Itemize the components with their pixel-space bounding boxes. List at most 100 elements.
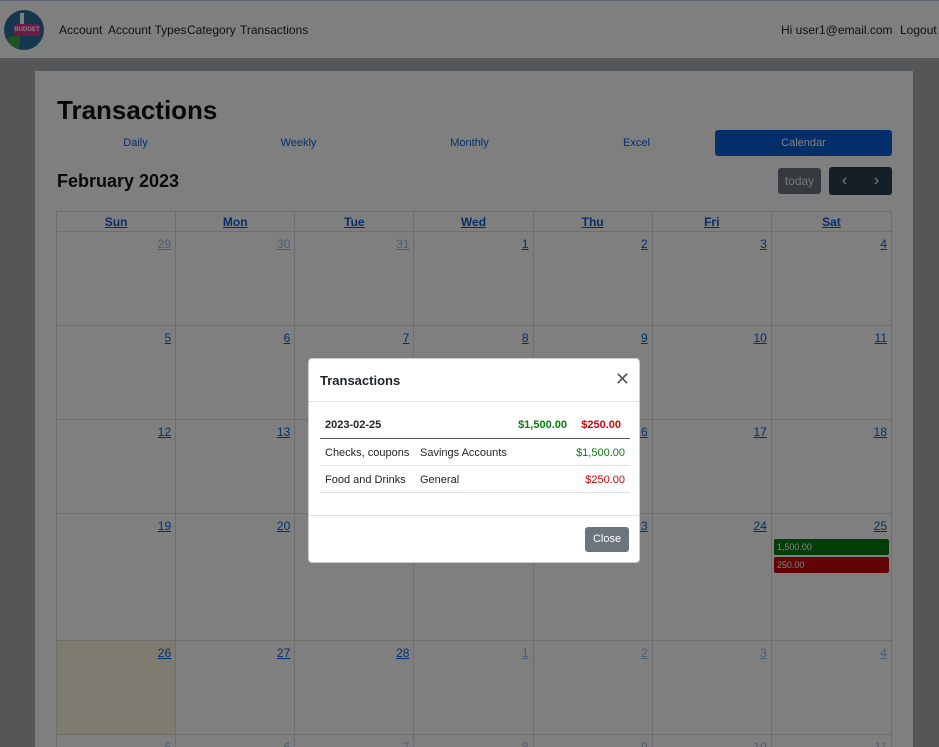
day-number[interactable]: 24: [753, 519, 766, 533]
day-number[interactable]: 27: [277, 646, 290, 660]
weekday-mon[interactable]: Mon: [176, 212, 296, 232]
calendar-day-cell[interactable]: 1: [414, 641, 534, 734]
chevron-right-icon[interactable]: ›: [861, 167, 892, 195]
day-number[interactable]: 10: [753, 740, 766, 747]
calendar-day-cell[interactable]: 3: [653, 232, 772, 325]
tab-calendar[interactable]: Calendar: [715, 130, 892, 156]
transaction-row[interactable]: Food and Drinks General $250.00: [320, 466, 630, 493]
day-number[interactable]: 25: [874, 519, 887, 533]
today-button[interactable]: today: [778, 168, 821, 194]
day-number[interactable]: 4: [880, 646, 887, 660]
calendar-day-cell[interactable]: 1: [414, 232, 534, 325]
nav-link-account-types[interactable]: Account Types: [108, 23, 187, 37]
weekday-sat[interactable]: Sat: [772, 212, 891, 232]
nav-link-transactions[interactable]: Transactions: [240, 23, 308, 37]
day-number[interactable]: 20: [277, 519, 290, 533]
day-number[interactable]: 7: [403, 331, 410, 345]
calendar-day-cell[interactable]: 19: [57, 514, 177, 640]
logout-link[interactable]: Logout: [900, 23, 937, 37]
calendar-day-cell[interactable]: 20: [176, 514, 296, 640]
calendar-day-cell[interactable]: 6: [176, 326, 296, 419]
weekday-fri[interactable]: Fri: [653, 212, 772, 232]
day-number[interactable]: 3: [760, 646, 767, 660]
day-number[interactable]: 6: [284, 740, 291, 747]
calendar-day-cell[interactable]: 7: [295, 735, 415, 747]
calendar-day-cell[interactable]: 11: [772, 735, 891, 747]
calendar-day-cell[interactable]: 17: [653, 420, 772, 513]
income-event[interactable]: 1,500.00: [773, 539, 889, 555]
day-number[interactable]: 6: [284, 331, 291, 345]
calendar-day-cell[interactable]: 8: [414, 735, 534, 747]
day-number[interactable]: 1: [522, 646, 529, 660]
day-number[interactable]: 10: [753, 331, 766, 345]
day-number[interactable]: 26: [158, 646, 171, 660]
calendar-day-cell[interactable]: 10: [653, 735, 772, 747]
calendar-day-cell[interactable]: 5: [57, 326, 177, 419]
tab-weekly[interactable]: Weekly: [220, 130, 377, 156]
day-number[interactable]: 13: [277, 425, 290, 439]
calendar-day-cell[interactable]: 29: [57, 232, 177, 325]
weekday-thu[interactable]: Thu: [534, 212, 653, 232]
calendar-day-cell[interactable]: 4: [772, 641, 891, 734]
day-number[interactable]: 11: [875, 331, 887, 345]
calendar-day-cell[interactable]: 31: [295, 232, 415, 325]
modal-footer: Close: [309, 515, 639, 563]
day-number[interactable]: 4: [880, 237, 887, 251]
nav-link-category[interactable]: Category: [187, 23, 236, 37]
nav-link-account[interactable]: Account: [59, 23, 102, 37]
calendar-day-cell[interactable]: 2: [534, 641, 653, 734]
day-number[interactable]: 7: [403, 740, 410, 747]
calendar-day-cell[interactable]: 6: [176, 735, 296, 747]
calendar-day-cell[interactable]: 30: [176, 232, 296, 325]
transaction-day-header: 2023-02-25 $1,500.00 $250.00: [320, 411, 630, 439]
day-number[interactable]: 19: [158, 519, 171, 533]
calendar-week: 29 30 31 1 2 3 4: [57, 232, 891, 326]
calendar-day-cell[interactable]: 12: [57, 420, 177, 513]
chevron-left-icon[interactable]: ‹: [829, 167, 860, 195]
day-number[interactable]: 30: [277, 237, 290, 251]
calendar-day-cell[interactable]: 3: [653, 641, 772, 734]
day-number[interactable]: 2: [641, 646, 648, 660]
budget-logo[interactable]: BUDGET: [4, 10, 44, 50]
day-number[interactable]: 9: [641, 331, 648, 345]
day-number[interactable]: 29: [158, 237, 171, 251]
day-number[interactable]: 2: [641, 237, 648, 251]
close-button[interactable]: Close: [585, 527, 629, 552]
calendar-day-cell[interactable]: 10: [653, 326, 772, 419]
tab-monthly[interactable]: Monthly: [391, 130, 548, 156]
calendar-day-cell[interactable]: 13: [176, 420, 296, 513]
calendar-day-cell[interactable]: 26: [57, 641, 177, 734]
day-number[interactable]: 8: [522, 740, 529, 747]
day-number[interactable]: 9: [641, 740, 648, 747]
day-number[interactable]: 28: [396, 646, 409, 660]
calendar-day-cell[interactable]: 24: [653, 514, 772, 640]
calendar-day-cell[interactable]: 11: [772, 326, 891, 419]
day-number[interactable]: 5: [164, 331, 171, 345]
weekday-tue[interactable]: Tue: [295, 212, 415, 232]
calendar-day-cell[interactable]: 2: [534, 232, 653, 325]
day-number[interactable]: 3: [760, 237, 767, 251]
weekday-wed[interactable]: Wed: [414, 212, 534, 232]
calendar-day-cell[interactable]: 5: [57, 735, 177, 747]
transaction-row[interactable]: Checks, coupons Savings Accounts $1,500.…: [320, 439, 630, 466]
day-number[interactable]: 12: [158, 425, 171, 439]
calendar-day-cell[interactable]: 4: [772, 232, 891, 325]
day-number[interactable]: 11: [875, 740, 887, 747]
calendar-day-cell[interactable]: 25 1,500.00 250.00: [772, 514, 891, 640]
calendar-day-cell[interactable]: 18: [772, 420, 891, 513]
day-number[interactable]: 17: [753, 425, 766, 439]
day-number[interactable]: 18: [874, 425, 887, 439]
expense-event[interactable]: 250.00: [773, 557, 889, 573]
close-icon[interactable]: ✕: [615, 370, 630, 388]
tab-daily[interactable]: Daily: [57, 130, 214, 156]
calendar-day-cell[interactable]: 27: [176, 641, 296, 734]
weekday-sun[interactable]: Sun: [57, 212, 177, 232]
tab-excel[interactable]: Excel: [558, 130, 715, 156]
day-number[interactable]: 5: [164, 740, 171, 747]
day-number[interactable]: 1: [522, 237, 529, 251]
calendar-day-cell[interactable]: 28: [295, 641, 415, 734]
day-number[interactable]: 31: [396, 237, 409, 251]
day-number[interactable]: 8: [522, 331, 529, 345]
calendar-day-cell[interactable]: 9: [534, 735, 653, 747]
weekday-header: Sun Mon Tue Wed Thu Fri Sat: [57, 212, 891, 232]
